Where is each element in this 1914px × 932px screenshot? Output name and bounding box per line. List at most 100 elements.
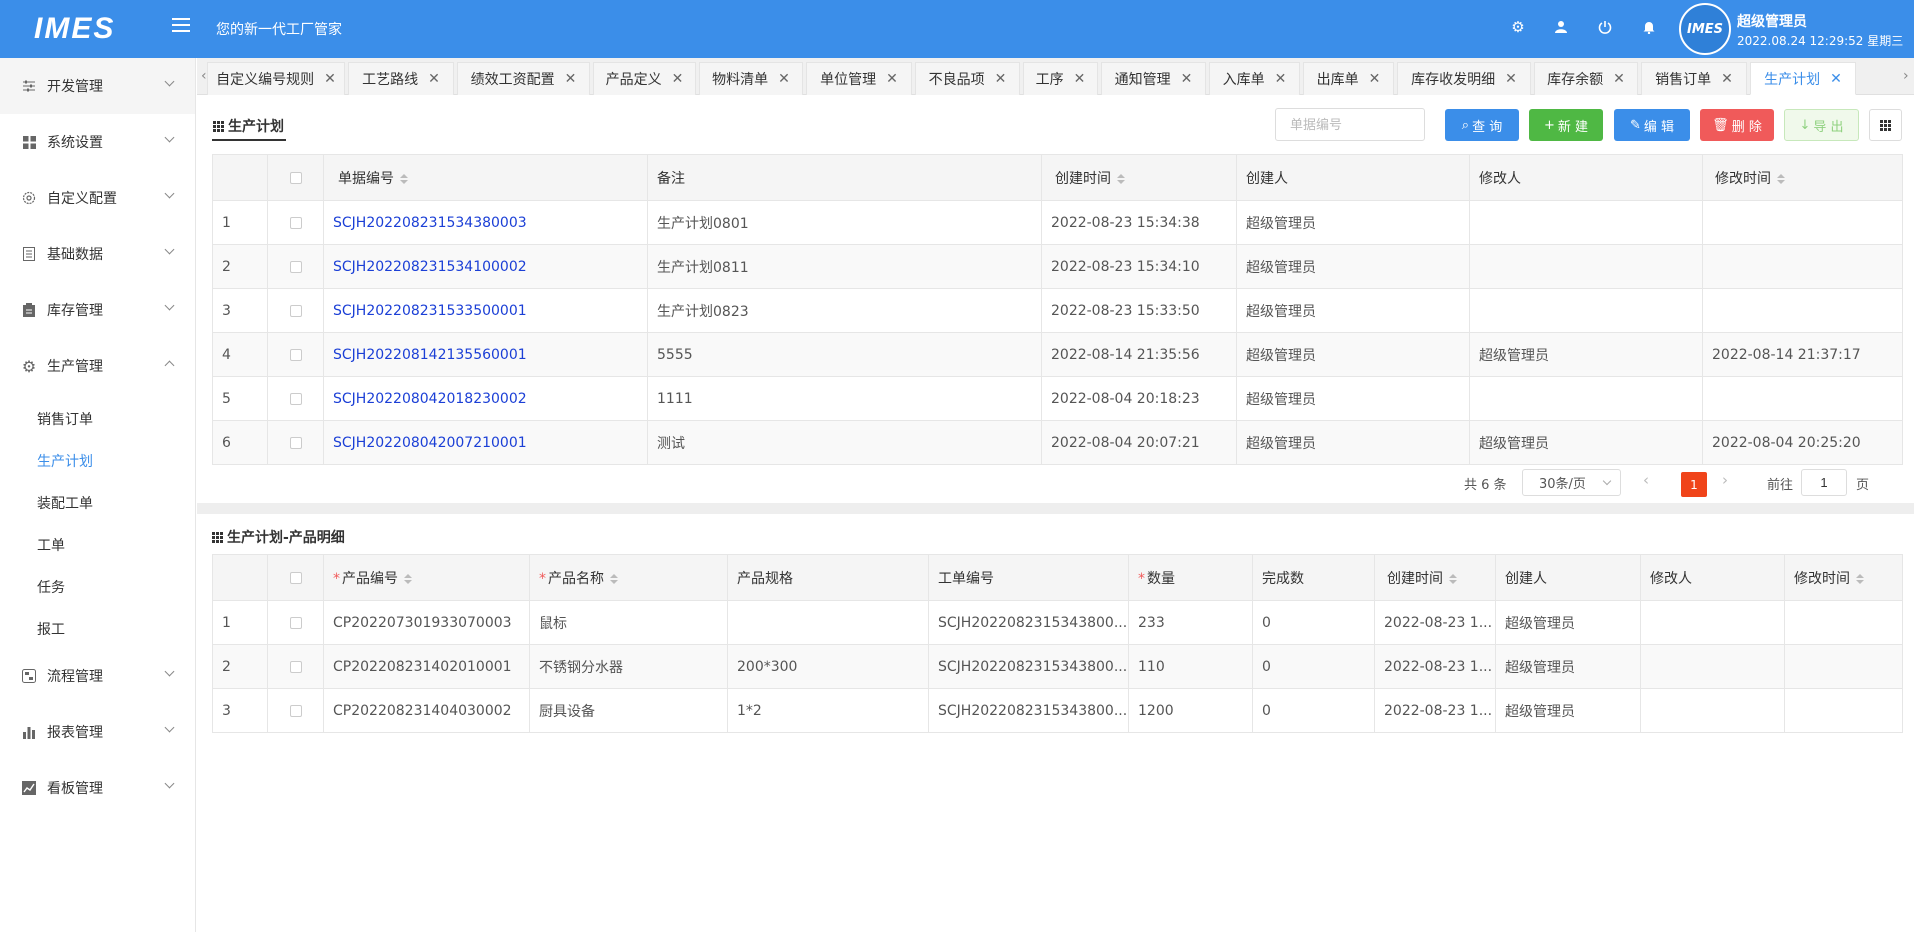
user-icon[interactable] <box>1550 16 1572 38</box>
row-checkbox[interactable] <box>267 644 324 689</box>
tab-notice-management[interactable]: 通知管理 ✕ <box>1101 62 1206 95</box>
plan-code-link[interactable]: SCJH202208042007210001 <box>323 420 648 465</box>
close-icon[interactable]: ✕ <box>1181 71 1193 87</box>
plan-code-link[interactable]: SCJH202208042018230002 <box>323 376 648 421</box>
close-icon[interactable]: ✕ <box>1721 71 1733 87</box>
sidebar-item-system[interactable]: 系统设置 <box>0 114 195 170</box>
sidebar-item-inventory[interactable]: 库存管理 <box>0 282 195 338</box>
close-icon[interactable]: ✕ <box>995 71 1007 87</box>
row-checkbox[interactable] <box>267 376 324 421</box>
goto-page-input[interactable] <box>1801 469 1847 496</box>
close-icon[interactable]: ✕ <box>1074 71 1086 87</box>
close-icon[interactable]: ✕ <box>886 71 898 87</box>
table-row[interactable]: 3 CP202208231404030002 厨具设备 1*2 SCJH2022… <box>212 688 1903 733</box>
tab-production-plan[interactable]: 生产计划 ✕ <box>1750 62 1856 95</box>
tab-inventory-detail[interactable]: 库存收发明细 ✕ <box>1397 62 1531 95</box>
close-icon[interactable]: ✕ <box>1275 71 1287 87</box>
column-header[interactable]: 创建时间 <box>1374 554 1496 601</box>
next-page-icon[interactable]: › <box>1722 471 1728 489</box>
column-header[interactable]: 修改时间 <box>1702 154 1903 201</box>
tab-custom-number-rule[interactable]: 自定义编号规则 ✕ <box>207 62 345 95</box>
row-checkbox[interactable] <box>267 688 324 733</box>
row-checkbox[interactable] <box>267 200 324 245</box>
table-row[interactable]: 1 CP202207301933070003 鼠标 SCJH2022082315… <box>212 600 1903 645</box>
sort-icon[interactable] <box>400 173 408 184</box>
column-header[interactable]: * 产品编号 <box>323 554 530 601</box>
tab-inventory-balance[interactable]: 库存余额 ✕ <box>1534 62 1638 95</box>
table-row[interactable]: 1 SCJH202208231534380003 生产计划0801 2022-0… <box>212 200 1903 245</box>
sort-icon[interactable] <box>610 573 618 584</box>
sidebar-item-dev[interactable]: 开发管理 <box>0 58 195 114</box>
tab-inbound[interactable]: 入库单 ✕ <box>1209 62 1300 95</box>
tab-unit-management[interactable]: 单位管理 ✕ <box>806 62 912 95</box>
sidebar-item-reports[interactable]: 报表管理 <box>0 704 195 760</box>
tab-scroll-right-icon[interactable]: › <box>1903 68 1909 84</box>
tab-process-route[interactable]: 工艺路线 ✕ <box>348 62 454 95</box>
app-logo[interactable]: IMES <box>34 12 115 46</box>
sidebar-subitem-task[interactable]: 任务 <box>37 577 65 597</box>
close-icon[interactable]: ✕ <box>1830 71 1842 87</box>
column-header[interactable]: * 产品名称 <box>529 554 728 601</box>
sidebar-subitem-report-work[interactable]: 报工 <box>37 619 65 639</box>
sidebar-subitem-work-order[interactable]: 工单 <box>37 535 65 555</box>
column-header[interactable]: 修改时间 <box>1784 554 1903 601</box>
search-input[interactable] <box>1275 108 1425 141</box>
tab-bom[interactable]: 物料清单 ✕ <box>699 62 803 95</box>
tab-sales-order[interactable]: 销售订单 ✕ <box>1641 62 1747 95</box>
tab-outbound[interactable]: 出库单 ✕ <box>1303 62 1394 95</box>
close-icon[interactable]: ✕ <box>1505 71 1517 87</box>
tab-scroll-left-icon[interactable]: ‹ <box>201 68 207 84</box>
sort-icon[interactable] <box>1856 573 1864 584</box>
sort-icon[interactable] <box>1117 173 1125 184</box>
table-row[interactable]: 2 CP202208231402010001 不锈钢分水器 200*300 SC… <box>212 644 1903 689</box>
current-page-button[interactable]: 1 <box>1681 472 1707 497</box>
close-icon[interactable]: ✕ <box>324 71 336 87</box>
sidebar-subitem-assembly-order[interactable]: 装配工单 <box>37 493 93 513</box>
select-all-checkbox[interactable] <box>267 554 324 601</box>
table-row[interactable]: 6 SCJH202208042007210001 测试 2022-08-04 2… <box>212 420 1903 465</box>
close-icon[interactable]: ✕ <box>672 71 684 87</box>
sidebar-item-flow[interactable]: 流程管理 <box>0 648 195 704</box>
avatar[interactable]: IMES <box>1679 3 1731 55</box>
close-icon[interactable]: ✕ <box>428 71 440 87</box>
sidebar-item-basedata[interactable]: 基础数据 <box>0 226 195 282</box>
close-icon[interactable]: ✕ <box>1613 71 1625 87</box>
edit-button[interactable]: ✎ 编 辑 <box>1614 109 1690 141</box>
plan-code-link[interactable]: SCJH202208231533500001 <box>323 288 648 333</box>
power-icon[interactable] <box>1594 16 1616 38</box>
new-button[interactable]: + 新 建 <box>1529 109 1603 141</box>
settings-icon[interactable]: ⚙ <box>1507 16 1529 38</box>
table-row[interactable]: 2 SCJH202208231534100002 生产计划0811 2022-0… <box>212 244 1903 289</box>
sort-icon[interactable] <box>1777 173 1785 184</box>
column-header[interactable]: 创建时间 <box>1041 154 1237 201</box>
sort-icon[interactable] <box>1449 573 1457 584</box>
table-row[interactable]: 4 SCJH202208142135560001 5555 2022-08-14… <box>212 332 1903 377</box>
sidebar-item-custom[interactable]: 自定义配置 <box>0 170 195 226</box>
sidebar-item-dashboard[interactable]: 看板管理 <box>0 760 195 816</box>
close-icon[interactable]: ✕ <box>778 71 790 87</box>
table-row[interactable]: 3 SCJH202208231533500001 生产计划0823 2022-0… <box>212 288 1903 333</box>
user-name[interactable]: 超级管理员 <box>1737 11 1807 31</box>
row-checkbox[interactable] <box>267 600 324 645</box>
row-checkbox[interactable] <box>267 244 324 289</box>
bell-icon[interactable] <box>1638 16 1660 38</box>
sort-icon[interactable] <box>404 573 412 584</box>
sidebar-item-production[interactable]: ⚙ 生产管理 <box>0 338 195 394</box>
tab-performance-salary[interactable]: 绩效工资配置 ✕ <box>457 62 590 95</box>
select-all-checkbox[interactable] <box>267 154 324 201</box>
tab-process[interactable]: 工序 ✕ <box>1023 62 1098 95</box>
export-button[interactable]: ↓ 导 出 <box>1784 109 1859 141</box>
close-icon[interactable]: ✕ <box>1369 71 1381 87</box>
sidebar-subitem-sales-order[interactable]: 销售订单 <box>37 409 93 429</box>
row-checkbox[interactable] <box>267 288 324 333</box>
plan-code-link[interactable]: SCJH202208142135560001 <box>323 332 648 377</box>
delete-button[interactable]: 🗑 删 除 <box>1700 109 1774 141</box>
prev-page-icon[interactable]: ‹ <box>1643 471 1649 489</box>
menu-toggle-icon[interactable] <box>172 18 190 34</box>
tab-defect-items[interactable]: 不良品项 ✕ <box>915 62 1020 95</box>
page-size-select[interactable]: 30条/页 <box>1522 469 1621 496</box>
row-checkbox[interactable] <box>267 420 324 465</box>
tab-product-definition[interactable]: 产品定义 ✕ <box>593 62 696 95</box>
column-header[interactable]: 单据编号 <box>323 154 648 201</box>
plan-code-link[interactable]: SCJH202208231534100002 <box>323 244 648 289</box>
